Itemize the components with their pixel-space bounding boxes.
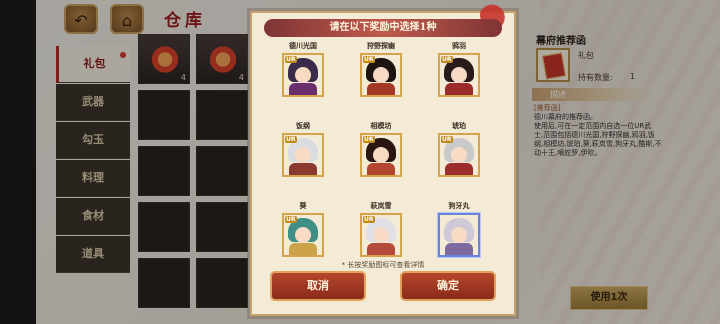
character-option[interactable]: 葵 UR xyxy=(268,201,338,261)
character-option[interactable]: 狗牙丸 xyxy=(424,201,494,261)
character-portrait[interactable]: UR xyxy=(282,213,324,257)
character-option[interactable]: 饭纲 UR xyxy=(268,121,338,201)
rarity-badge: UR xyxy=(285,216,297,223)
portrait-outfit xyxy=(289,243,317,255)
character-portrait[interactable]: UR xyxy=(438,53,480,97)
rarity-badge: UR xyxy=(285,56,297,63)
character-option[interactable]: 狩野探幽 UR xyxy=(346,41,416,121)
character-portrait[interactable]: UR xyxy=(282,133,324,177)
portrait-face xyxy=(451,147,467,163)
character-name: 饭纲 xyxy=(296,121,310,130)
character-name: 相模坊 xyxy=(370,121,392,130)
rarity-badge: UR xyxy=(363,56,375,63)
character-name: 琥珀 xyxy=(452,121,466,130)
portrait-face xyxy=(295,227,311,243)
character-grid: 德川光国 UR 狩野探幽 UR 鸦羽 UR 饭纲 UR 相模坊 UR 琥珀 UR… xyxy=(256,41,510,261)
rarity-badge: UR xyxy=(441,136,453,143)
cancel-button[interactable]: 取消 xyxy=(270,271,366,301)
portrait-face xyxy=(295,147,311,163)
character-option[interactable]: 琥珀 UR xyxy=(424,121,494,201)
long-press-hint: * 长按奖励图标可查看详情 xyxy=(341,261,425,269)
portrait-outfit xyxy=(367,243,395,255)
portrait-face xyxy=(451,67,467,83)
character-name: 鸦羽 xyxy=(452,41,466,50)
character-name: 狗牙丸 xyxy=(448,201,470,210)
character-name: 萩岚雪 xyxy=(370,201,392,210)
portrait-face xyxy=(295,67,311,83)
portrait-outfit xyxy=(445,163,473,175)
character-option[interactable]: 德川光国 UR xyxy=(268,41,338,121)
portrait-outfit xyxy=(289,83,317,95)
confirm-button[interactable]: 确定 xyxy=(400,271,496,301)
character-option[interactable]: 相模坊 UR xyxy=(346,121,416,201)
character-portrait[interactable]: UR xyxy=(438,133,480,177)
dialog-title: 请在以下奖励中选择1种 xyxy=(264,19,502,37)
portrait-outfit xyxy=(445,83,473,95)
character-name: 狩野探幽 xyxy=(367,41,395,50)
reward-selection-dialog: 请在以下奖励中选择1种 德川光国 UR 狩野探幽 UR 鸦羽 UR 饭纲 UR … xyxy=(250,3,520,316)
character-name: 德川光国 xyxy=(289,41,317,50)
character-portrait[interactable]: UR xyxy=(360,133,402,177)
portrait-outfit xyxy=(289,163,317,175)
portrait-outfit xyxy=(445,243,473,255)
character-option[interactable]: 萩岚雪 UR xyxy=(346,201,416,261)
portrait-face xyxy=(451,227,467,243)
app-root: ↶ ⌂ 仓库 礼包 武器 勾玉 料理 食材 道具 4 4 幕府推荐函 礼包 持有… xyxy=(0,0,720,324)
portrait-outfit xyxy=(367,83,395,95)
portrait-outfit xyxy=(367,163,395,175)
character-name: 葵 xyxy=(299,201,307,210)
rarity-badge: UR xyxy=(363,136,375,143)
character-portrait[interactable]: UR xyxy=(282,53,324,97)
portrait-face xyxy=(373,147,389,163)
portrait-face xyxy=(373,227,389,243)
character-portrait[interactable]: UR xyxy=(360,213,402,257)
character-portrait[interactable] xyxy=(438,213,480,257)
rarity-badge: UR xyxy=(441,56,453,63)
portrait-face xyxy=(373,67,389,83)
character-portrait[interactable]: UR xyxy=(360,53,402,97)
character-option[interactable]: 鸦羽 UR xyxy=(424,41,494,121)
rarity-badge: UR xyxy=(285,136,297,143)
rarity-badge: UR xyxy=(363,216,375,223)
